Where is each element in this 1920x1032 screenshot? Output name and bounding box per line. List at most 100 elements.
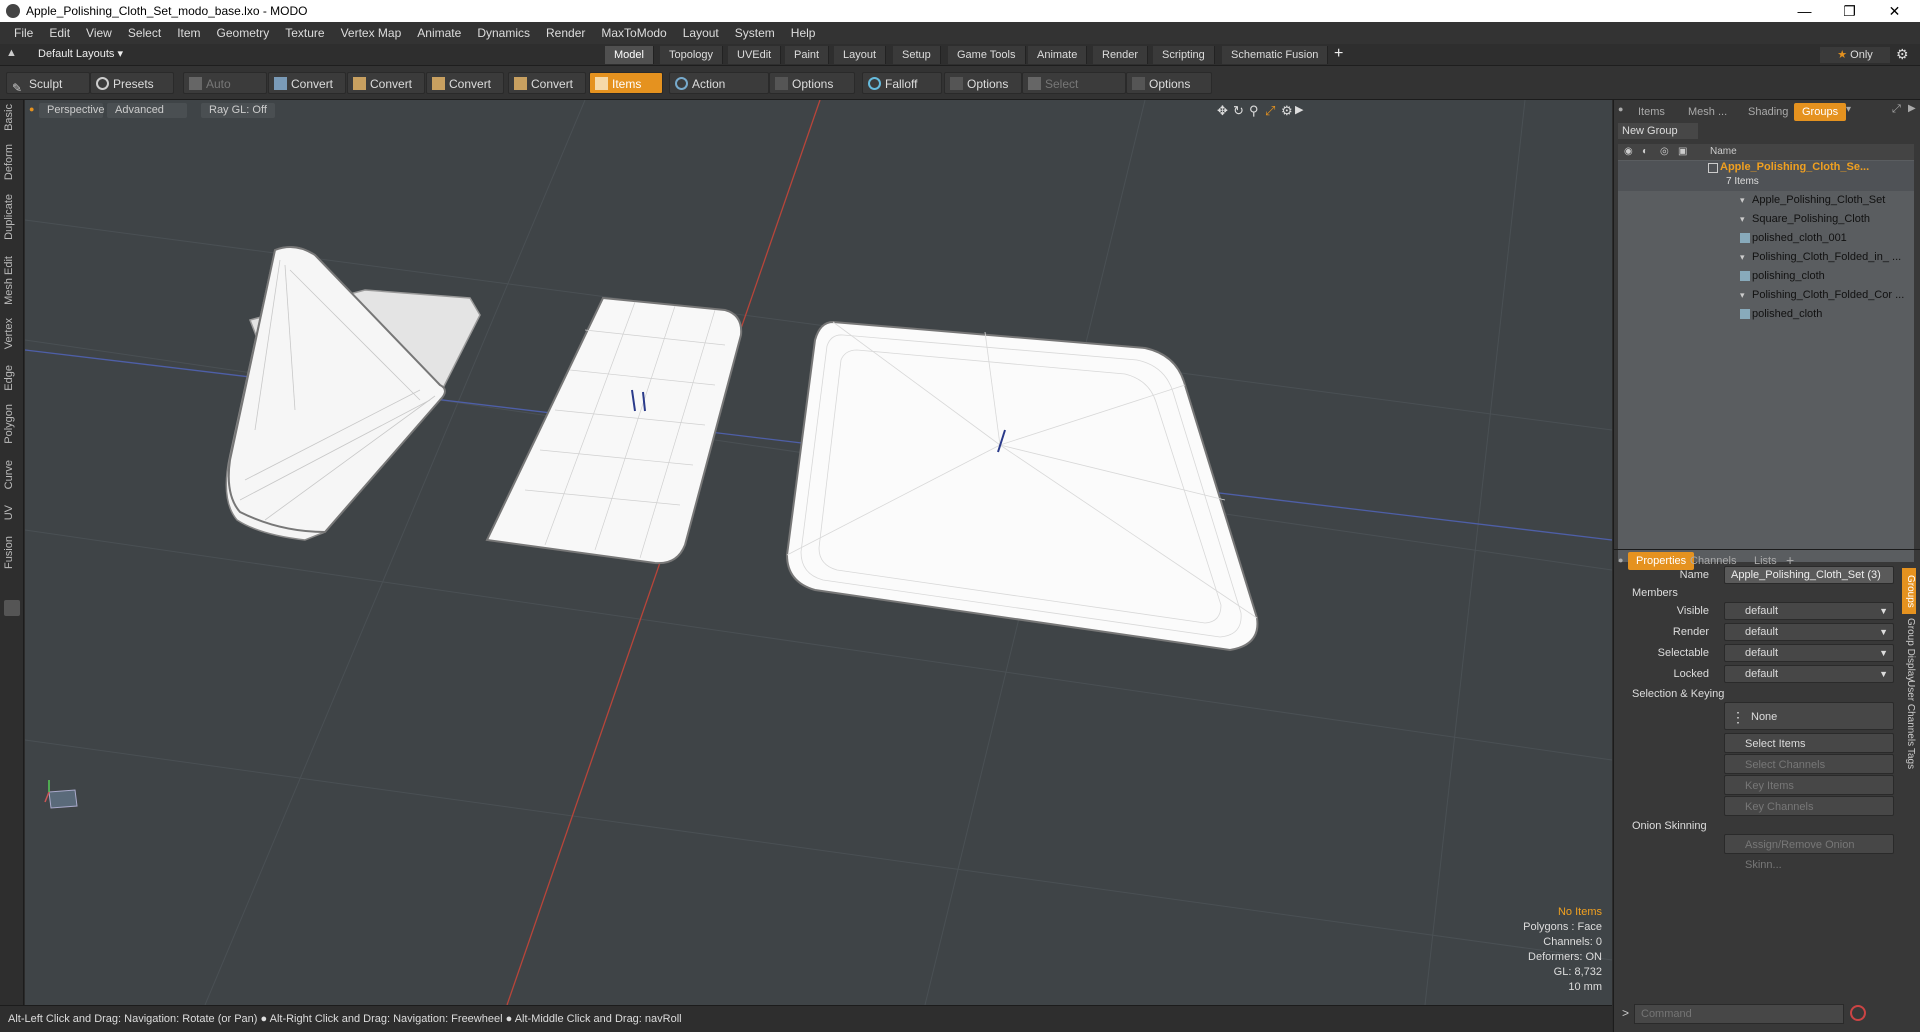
tab-setup[interactable]: Setup <box>893 46 941 64</box>
3d-viewport[interactable]: ● Perspective Advanced Ray GL: Off ✥ ↻ ⚲… <box>25 100 1612 1005</box>
maximize-icon[interactable]: ❐ <box>1827 0 1872 22</box>
side-tab-tags[interactable]: Tags <box>1902 748 1916 769</box>
locked-dropdown[interactable]: default ▼ <box>1724 665 1894 683</box>
tab-uv[interactable]: UV <box>3 505 21 520</box>
shading-mode-button[interactable]: Advanced <box>107 103 187 118</box>
menu-texture[interactable]: Texture <box>277 26 332 40</box>
pan-icon[interactable]: ✥ <box>1217 103 1228 119</box>
options-button-3[interactable]: Options <box>1126 72 1212 94</box>
command-input[interactable] <box>1634 1004 1844 1024</box>
menu-view[interactable]: View <box>78 26 120 40</box>
groups-list[interactable]: ◉ ◐ ◎ ▣ Name Apple_Polishing_Cloth_Se...… <box>1618 144 1914 562</box>
menu-layout[interactable]: Layout <box>675 26 727 40</box>
tab-model[interactable]: Model <box>605 46 654 64</box>
convert-button-1[interactable]: Convert <box>268 72 346 94</box>
menu-geometry[interactable]: Geometry <box>209 26 278 40</box>
key-items-button[interactable]: Key Items <box>1724 775 1894 795</box>
viewport-settings-icon[interactable]: ⚙ <box>1281 103 1293 119</box>
menu-animate[interactable]: Animate <box>409 26 469 40</box>
panel-arrow-icon[interactable]: ▶ <box>1908 103 1916 114</box>
new-group-button[interactable]: New Group <box>1618 123 1698 139</box>
tab-mesh[interactable]: Mesh ... <box>1680 103 1735 121</box>
select-channels-button[interactable]: Select Channels <box>1724 754 1894 774</box>
tab-topology[interactable]: Topology <box>660 46 724 64</box>
panel-toggle-icon[interactable] <box>4 600 20 616</box>
flat-cloth-mesh[interactable] <box>485 296 743 565</box>
expand-icon[interactable]: ⤢ <box>1892 103 1901 116</box>
panel-menu-icon[interactable]: ● <box>1618 104 1623 114</box>
menu-vertex-map[interactable]: Vertex Map <box>333 26 410 40</box>
viewport-menu-icon[interactable]: ● <box>29 104 34 114</box>
list-item[interactable]: ▾ Polishing_Cloth_Folded_in_ ... <box>1618 248 1914 266</box>
selection-keying-section[interactable]: Selection & Keying <box>1618 685 1914 703</box>
tab-duplicate[interactable]: Duplicate <box>3 194 21 240</box>
side-tab-user-channels[interactable]: User Channels <box>1902 680 1916 746</box>
menu-help[interactable]: Help <box>783 26 824 40</box>
none-button[interactable]: ⋮ None <box>1724 702 1894 730</box>
viewport-expand-icon[interactable]: ▶ <box>1295 103 1303 116</box>
action-center-button[interactable]: Action Center <box>669 72 769 113</box>
list-item[interactable]: polished_cloth_001 <box>1618 229 1914 247</box>
items-mode-button[interactable]: Items <box>589 72 663 94</box>
tab-scripting[interactable]: Scripting <box>1153 46 1215 64</box>
tab-deform[interactable]: Deform <box>3 144 21 180</box>
tab-polygon[interactable]: Polygon <box>3 404 21 444</box>
tab-shading[interactable]: Shading <box>1740 103 1796 121</box>
menu-maxtomodo[interactable]: MaxToModo <box>593 26 674 40</box>
list-item[interactable]: ▾ Square_Polishing_Cloth <box>1618 210 1914 228</box>
tab-mesh-edit[interactable]: Mesh Edit <box>3 256 21 305</box>
options-button-1[interactable]: Options <box>769 72 855 94</box>
list-item[interactable]: polished_cloth <box>1618 305 1914 323</box>
close-icon[interactable]: ✕ <box>1872 0 1917 22</box>
only-toggle[interactable]: ★ Only <box>1820 47 1890 63</box>
tab-basic[interactable]: Basic <box>3 104 21 131</box>
gear-icon[interactable]: ⚙ <box>1896 46 1909 63</box>
tab-game-tools[interactable]: Game Tools <box>948 46 1026 64</box>
convert-button-2[interactable]: Convert <box>347 72 425 94</box>
onion-skin-button[interactable]: Assign/Remove Onion Skinn... <box>1724 834 1894 871</box>
selectable-dropdown[interactable]: default ▼ <box>1724 644 1894 662</box>
menu-system[interactable]: System <box>727 26 783 40</box>
list-item[interactable]: polishing_cloth <box>1618 267 1914 285</box>
auto-select-button[interactable]: Auto Select <box>183 72 267 113</box>
tab-vertex[interactable]: Vertex <box>3 318 21 349</box>
zoom-icon[interactable]: ⚲ <box>1249 103 1259 119</box>
minimize-icon[interactable]: — <box>1782 0 1827 22</box>
list-item[interactable]: ▾ Polishing_Cloth_Folded_Cor ... <box>1618 286 1914 304</box>
list-item[interactable]: ▾ Apple_Polishing_Cloth_Set <box>1618 191 1914 209</box>
menu-render[interactable]: Render <box>538 26 593 40</box>
key-channels-button[interactable]: Key Channels <box>1724 796 1894 816</box>
convert-button-3[interactable]: Convert <box>426 72 504 94</box>
menu-select[interactable]: Select <box>120 26 169 40</box>
layout-preset-dropdown[interactable]: Default Layouts ▾ <box>38 47 123 60</box>
square-cloth-mesh[interactable] <box>785 320 1259 652</box>
tab-edge[interactable]: Edge <box>3 365 21 391</box>
select-items-button[interactable]: Select Items <box>1724 733 1894 753</box>
falloff-button[interactable]: Falloff <box>862 72 942 94</box>
tab-fusion[interactable]: Fusion <box>3 536 21 569</box>
tab-layout[interactable]: Layout <box>834 46 887 64</box>
tab-items[interactable]: Items <box>1630 103 1673 121</box>
presets-button[interactable]: Presets F6 <box>90 72 174 113</box>
name-field[interactable]: Apple_Polishing_Cloth_Set (3) <box>1724 566 1894 584</box>
convert-button-4[interactable]: Convert <box>508 72 586 94</box>
menu-edit[interactable]: Edit <box>41 26 78 40</box>
visible-dropdown[interactable]: default ▼ <box>1724 602 1894 620</box>
fit-icon[interactable]: ⤢ <box>1265 103 1275 119</box>
side-tab-groups[interactable]: Groups <box>1902 568 1916 614</box>
sculpt-button[interactable]: ✎ Sculpt <box>6 72 90 95</box>
rotate-icon[interactable]: ↻ <box>1233 103 1244 119</box>
select-through-button[interactable]: Select Through <box>1022 72 1126 113</box>
tab-render[interactable]: Render <box>1093 46 1149 64</box>
tab-uvedit[interactable]: UVEdit <box>728 46 782 64</box>
add-tab-icon[interactable]: + <box>1334 45 1343 63</box>
tab-paint[interactable]: Paint <box>785 46 830 64</box>
render-dropdown[interactable]: default ▼ <box>1724 623 1894 641</box>
group-row[interactable]: Apple_Polishing_Cloth_Se... 7 Items <box>1618 161 1914 191</box>
side-tab-group-display[interactable]: Group Display <box>1902 618 1916 681</box>
view-type-button[interactable]: Perspective <box>39 103 104 118</box>
menu-item[interactable]: Item <box>169 26 208 40</box>
tab-curve[interactable]: Curve <box>3 460 21 489</box>
onion-skinning-section[interactable]: Onion Skinning <box>1618 817 1914 835</box>
raygl-button[interactable]: Ray GL: Off <box>201 103 275 118</box>
